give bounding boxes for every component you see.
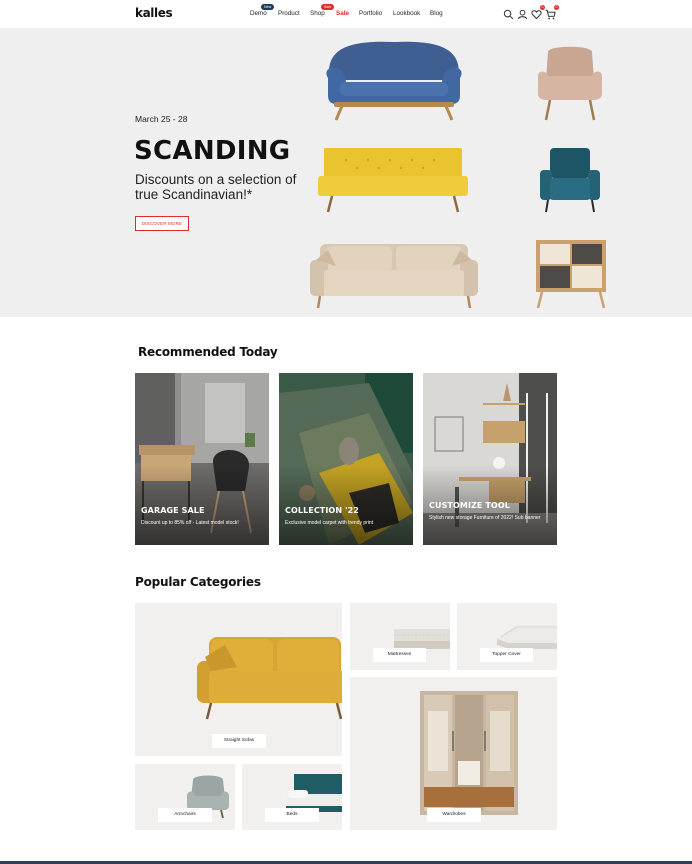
wardrobe-image [420, 691, 518, 815]
hero-title: SCANDING [134, 136, 291, 166]
category-label: Mattresses [373, 648, 426, 662]
hero-subtitle: Discounts on a selection of true Scandin… [135, 172, 297, 202]
category-label: Armchairs [158, 808, 212, 822]
beige-armchair-image [538, 46, 602, 121]
search-icon[interactable] [503, 7, 514, 20]
category-label: Wardrobes [427, 808, 481, 822]
discover-more-button[interactable]: DISCOVER MORE [135, 216, 189, 231]
recommended-card-garage-sale[interactable]: GARAGE SALE Discount up to 85% off - Lat… [135, 373, 269, 545]
card-title: CUSTOMIZE TOOL [429, 501, 510, 510]
card-description: Stylish new storage Furniture of 2022! S… [429, 515, 541, 521]
cart-icon[interactable]: 0 [545, 5, 559, 20]
category-armchairs[interactable]: Armchairs [135, 764, 235, 830]
brand-logo[interactable]: kalles [135, 6, 173, 20]
user-icon[interactable] [517, 7, 528, 20]
category-straight-sofas[interactable]: Straight Sofas [135, 603, 342, 756]
blue-loveseat-image [326, 41, 462, 121]
topper-cover-image [497, 625, 557, 649]
recommended-title: Recommended Today [138, 345, 278, 359]
recommended-card-customize-tool[interactable]: CUSTOMIZE TOOL Stylish new storage Furni… [423, 373, 557, 545]
category-mattresses[interactable]: Mattresses [350, 603, 450, 670]
category-wardrobes[interactable]: Wardrobes [350, 677, 557, 830]
nav-demo[interactable]: Demo New [250, 4, 275, 17]
yellow-sofa-image [318, 148, 468, 213]
sale-badge: Sale [321, 4, 335, 10]
categories-title: Popular Categories [135, 575, 261, 589]
category-topper-cover[interactable]: Topper Cover [457, 603, 557, 670]
nav-portfolio[interactable]: Portfolio [359, 10, 382, 17]
site-header: kalles Demo New Product Shop Sale Sale P… [0, 0, 692, 28]
new-badge: New [261, 4, 275, 10]
category-label: Straight Sofas [212, 734, 266, 748]
sideboard-image [536, 240, 606, 309]
hero-date: March 25 - 28 [135, 114, 188, 124]
nav-blog[interactable]: Blog [430, 10, 443, 17]
teal-armchair-image [540, 148, 600, 213]
card-title: COLLECTION '22 [285, 506, 359, 515]
category-label: Topper Cover [480, 648, 533, 662]
nav-lookbook[interactable]: Lookbook [393, 10, 420, 17]
card-description: Exclusive model carpet with trendy print [285, 520, 374, 526]
category-label: Beds [265, 808, 319, 822]
hero-banner: March 25 - 28 SCANDING Discounts on a se… [0, 28, 692, 317]
nav-shop[interactable]: Shop Sale [310, 4, 335, 17]
category-beds[interactable]: Beds [242, 764, 342, 830]
nav-sale[interactable]: Sale [336, 10, 349, 17]
nav-product[interactable]: Product [278, 10, 300, 17]
beige-sofa-image [310, 244, 478, 309]
card-title: GARAGE SALE [141, 506, 205, 515]
recommended-card-collection[interactable]: COLLECTION '22 Exclusive model carpet wi… [279, 373, 413, 545]
cart-count: 0 [554, 5, 559, 10]
yellow-sofa-image [197, 637, 342, 720]
card-description: Discount up to 85% off - Latest model st… [141, 520, 239, 526]
wishlist-icon[interactable]: 0 [531, 5, 545, 20]
